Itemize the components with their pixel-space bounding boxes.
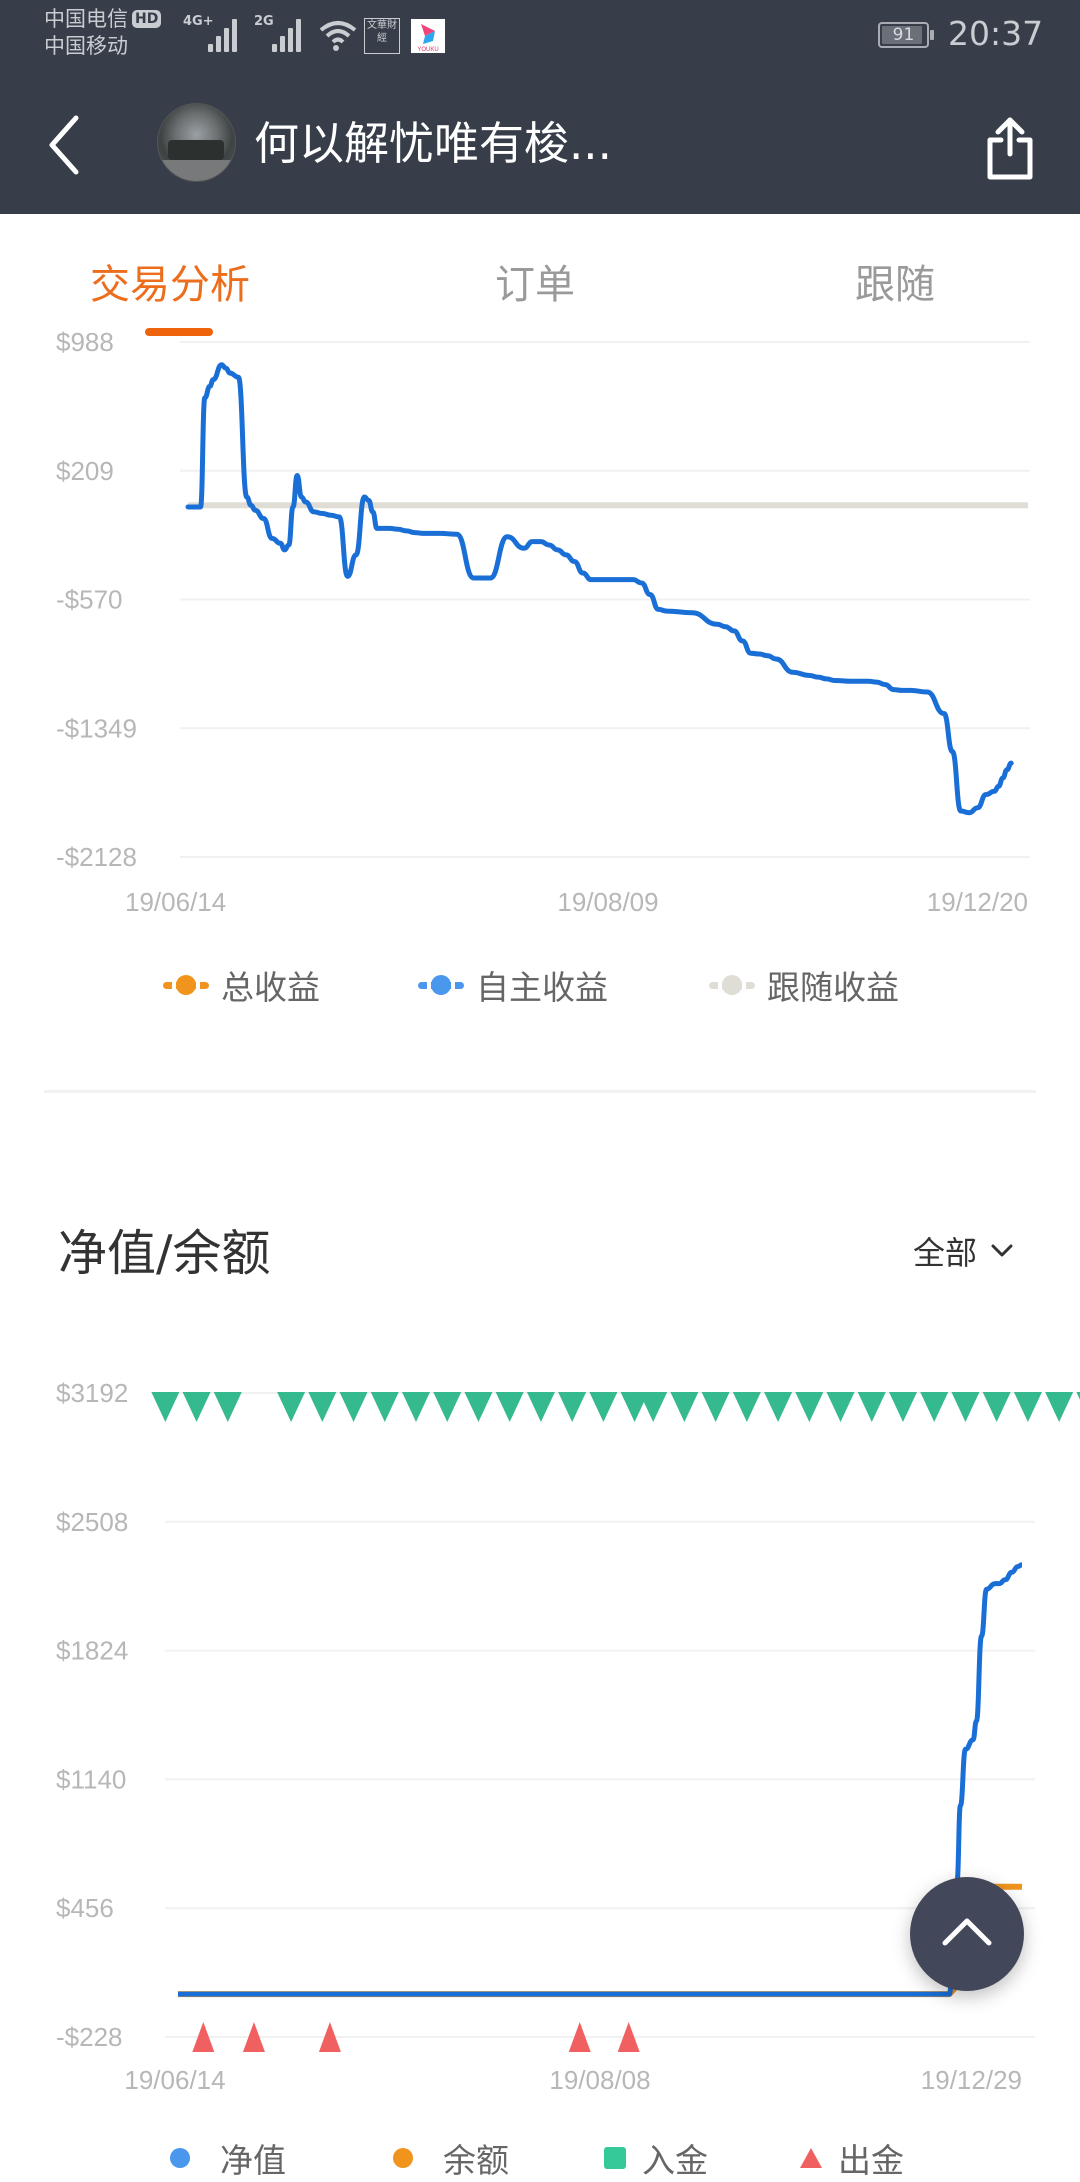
chevron-up-icon — [942, 1918, 992, 1946]
legend-label: 出金 — [838, 2141, 904, 2180]
x-tick-label: 19/06/14 — [124, 2065, 225, 2095]
deposit-marker[interactable] — [857, 1392, 886, 1422]
y-tick-label: $3192 — [56, 1378, 128, 1408]
scroll-to-top-button[interactable] — [910, 1877, 1024, 1991]
legend-label: 入金 — [642, 2141, 708, 2180]
x-tick-label: 19/12/29 — [921, 2065, 1022, 2095]
deposit-marker[interactable] — [1076, 1392, 1080, 1422]
deposit-marker[interactable] — [951, 1392, 980, 1422]
deposit-marker[interactable] — [589, 1392, 618, 1422]
deposit-marker[interactable] — [151, 1392, 180, 1422]
deposit-marker[interactable] — [1013, 1392, 1042, 1422]
legend-item-balance[interactable]: 余额 — [393, 2138, 509, 2180]
deposit-marker[interactable] — [433, 1392, 462, 1422]
legend-label: 余额 — [443, 2141, 509, 2180]
legend-marker-blue-dot — [170, 2148, 190, 2168]
deposit-marker[interactable] — [308, 1392, 337, 1422]
y-tick-label: $1140 — [56, 1764, 126, 1794]
equity-balance-chart: $3192 $2508 $1824 $1140 $456 -$22819/06/14 19/… — [56, 1378, 1080, 2095]
legend-label: 净值 — [220, 2141, 286, 2180]
deposit-marker[interactable] — [277, 1392, 306, 1422]
y-tick-label: $1824 — [56, 1636, 128, 1666]
deposit-marker[interactable] — [464, 1392, 493, 1422]
deposit-marker[interactable] — [558, 1392, 587, 1422]
deposit-marker[interactable] — [982, 1392, 1011, 1422]
deposit-marker[interactable] — [495, 1392, 524, 1422]
deposit-marker[interactable] — [764, 1392, 793, 1422]
legend-marker-green-square — [604, 2147, 626, 2169]
deposit-marker[interactable] — [526, 1392, 555, 1422]
deposit-marker[interactable] — [1045, 1392, 1074, 1422]
deposit-marker[interactable] — [402, 1392, 431, 1422]
x-tick-label: 19/08/08 — [549, 2065, 650, 2095]
deposit-marker[interactable] — [670, 1392, 699, 1422]
deposit-marker[interactable] — [370, 1392, 399, 1422]
deposit-marker[interactable] — [795, 1392, 824, 1422]
legend-marker-red-triangle — [800, 2148, 822, 2168]
deposit-marker[interactable] — [339, 1392, 368, 1422]
series-balance — [178, 1883, 1022, 1998]
deposit-marker[interactable] — [213, 1392, 242, 1422]
deposit-marker[interactable] — [888, 1392, 917, 1422]
deposit-marker[interactable] — [732, 1392, 761, 1422]
y-tick-label: $2508 — [56, 1507, 128, 1537]
legend-item-equity[interactable]: 净值 — [170, 2138, 286, 2180]
legend-marker-orange-dot — [393, 2148, 413, 2168]
legend-item-deposit[interactable]: 入金 — [604, 2138, 708, 2180]
y-tick-label: -$228 — [56, 2022, 123, 2052]
deposit-marker[interactable] — [182, 1392, 211, 1422]
deposit-marker[interactable] — [920, 1392, 949, 1422]
legend-item-withdraw[interactable]: 出金 — [800, 2138, 904, 2180]
y-tick-label: $456 — [56, 1893, 114, 1923]
deposit-marker[interactable] — [701, 1392, 730, 1422]
deposit-marker[interactable] — [826, 1392, 855, 1422]
deposit-marker[interactable] — [639, 1392, 668, 1422]
